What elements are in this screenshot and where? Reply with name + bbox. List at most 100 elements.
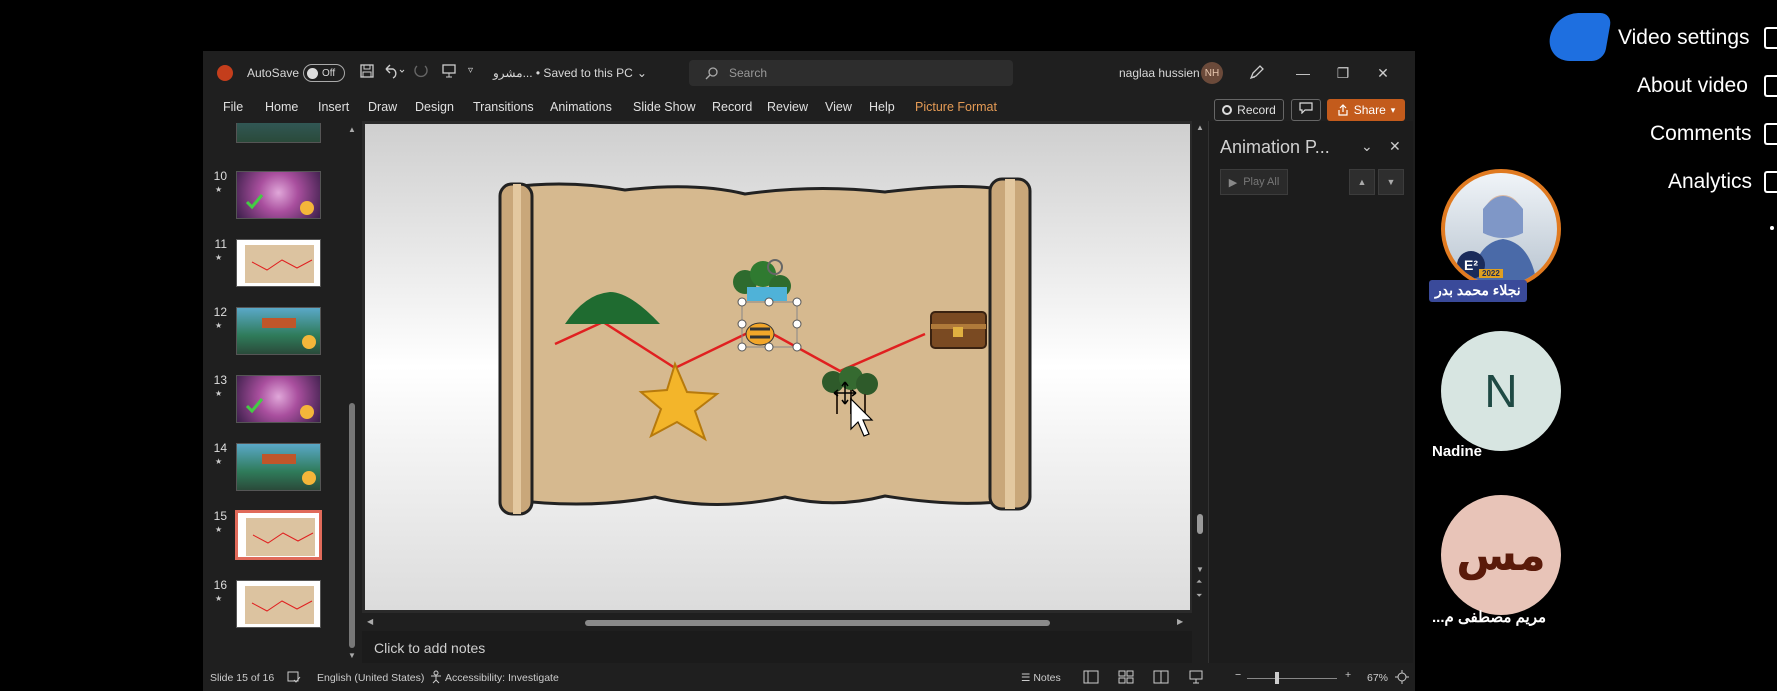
participant-3-avatar[interactable]: مس [1441,495,1561,615]
thumbnail-slide-13[interactable]: 13 ★ [203,373,346,433]
animation-star-icon: ★ [215,253,223,262]
scrollbar-thumb[interactable] [585,620,1050,626]
thumbnail-slide-15[interactable]: 15 ★ [203,509,346,569]
autosave-toggle[interactable]: Off [303,64,345,82]
thumbnails-scrollbar[interactable]: ▲ ▼ [346,123,358,663]
tab-slide-show[interactable]: Slide Show [633,100,696,114]
slide-canvas[interactable] [365,124,1190,610]
present-icon[interactable] [441,63,457,79]
info-icon [1764,75,1777,97]
zoom-in-icon[interactable]: + [1345,669,1351,681]
scroll-down-icon[interactable]: ▼ [1196,565,1204,574]
customize-dropdown-icon[interactable]: ▿ [468,65,473,76]
slide-count: Slide 15 of 16 [210,672,275,684]
play-all-label: Play All [1243,176,1280,188]
scrollbar-thumb[interactable] [349,403,355,648]
save-icon[interactable] [359,63,375,79]
scroll-up-icon[interactable]: ▲ [1196,123,1204,132]
slide-horizontal-scrollbar[interactable]: ◀ ▶ [365,617,1190,629]
restore-icon[interactable]: ❐ [1333,63,1353,83]
tab-review[interactable]: Review [767,100,808,114]
scroll-down-icon[interactable]: ▼ [348,651,356,660]
status-bar: Slide 15 of 16 English (United States) A… [203,666,1415,691]
tab-design[interactable]: Design [415,100,454,114]
minimize-icon[interactable]: — [1293,63,1313,83]
animation-star-icon: ★ [215,185,223,194]
participant-2-initial: N [1484,365,1518,417]
tab-file[interactable]: File [223,100,243,114]
share-label: Share [1353,103,1386,117]
scrollbar-thumb[interactable] [1197,514,1203,534]
tab-record[interactable]: Record [712,100,752,114]
fit-slide-icon[interactable] [1395,670,1409,687]
slide-sorter-icon[interactable] [1118,670,1134,687]
tab-animations[interactable]: Animations [550,100,612,114]
tab-view[interactable]: View [825,100,852,114]
slideshow-view-icon[interactable] [1188,670,1204,687]
search-box[interactable]: Search [689,60,1013,86]
slide-editor[interactable] [362,121,1192,613]
thumbnail-slide-10[interactable]: 10 ★ [203,169,346,229]
chevron-down-icon[interactable]: ⌄ [1361,138,1373,155]
thumbnail-slide-11[interactable]: 11 ★ [203,237,346,297]
record-button[interactable]: Record [1214,99,1284,121]
thumbnail-slide-12[interactable]: 12 ★ [203,305,346,365]
designer-pen-icon[interactable] [1248,63,1266,81]
animation-star-icon: ★ [215,457,223,466]
tab-picture-format[interactable]: Picture Format [915,100,997,114]
scroll-right-icon[interactable]: ▶ [1177,617,1183,626]
normal-view-icon[interactable] [1083,670,1099,687]
thumbnail-slide-14[interactable]: 14 ★ [203,441,346,501]
scroll-up-icon[interactable]: ▲ [348,125,356,134]
share-button[interactable]: Share ▾ [1327,99,1405,121]
notes-icon: ☰ [1021,672,1031,684]
tab-home[interactable]: Home [265,100,298,114]
participant-2-avatar[interactable]: N [1441,331,1561,451]
tab-insert[interactable]: Insert [318,100,349,114]
menu-comments[interactable]: Comments [1650,122,1752,146]
scroll-left-icon[interactable]: ◀ [367,617,373,626]
zoom-slider-thumb[interactable] [1275,672,1279,684]
notes-toggle[interactable]: ☰ Notes [1021,672,1061,684]
play-all-button[interactable]: ▶ Play All [1220,169,1288,195]
participant-1-avatar[interactable]: E² 2022 [1441,169,1561,289]
user-avatar[interactable]: NH [1201,62,1223,84]
video-settings-blob-icon [1545,13,1613,61]
spellcheck-icon[interactable] [287,670,301,687]
comment-icon [1764,123,1777,145]
accessibility-status[interactable]: Accessibility: Investigate [445,672,559,684]
thumbnail-number: 10 [213,169,227,183]
close-icon[interactable]: ✕ [1389,138,1401,155]
move-up-button[interactable]: ▲ [1349,169,1375,195]
undo-icon[interactable] [383,63,405,79]
thumbnail-image [236,123,321,143]
tab-draw[interactable]: Draw [368,100,397,114]
slide-thumbnails-pane: 10 ★ 11 ★ 12 ★ 13 ★ 14 ★ 15 ★ 16 ★ [203,123,346,663]
zoom-level[interactable]: 67% [1367,672,1388,684]
previous-slide-icon[interactable]: ⏶ [1196,577,1202,587]
thumbnail-slide-9[interactable] [203,123,346,153]
tab-help[interactable]: Help [869,100,895,114]
close-icon[interactable]: ✕ [1373,63,1393,83]
slide-vertical-scrollbar[interactable]: ▲ ▼ ⏶ ⏷ [1193,121,1207,661]
document-title[interactable]: مشرو... • Saved to this PC ⌄ [493,66,647,80]
menu-about-video[interactable]: About video [1637,74,1748,98]
thumbnail-image [236,307,321,355]
thumbnail-slide-16[interactable]: 16 ★ [203,578,346,638]
reading-view-icon[interactable] [1153,670,1169,687]
comments-button[interactable] [1291,99,1321,121]
zoom-slider[interactable] [1247,678,1337,679]
accessibility-icon[interactable] [429,670,443,687]
redo-icon[interactable] [413,63,429,79]
menu-video-settings[interactable]: Video settings [1618,26,1750,50]
zoom-out-icon[interactable]: − [1235,669,1241,681]
more-dot-icon [1770,226,1774,230]
thumbnail-number: 13 [213,373,227,387]
record-label: Record [1237,103,1276,117]
next-slide-icon[interactable]: ⏷ [1196,591,1202,601]
tab-transitions[interactable]: Transitions [473,100,534,114]
move-down-button[interactable]: ▼ [1378,169,1404,195]
menu-analytics[interactable]: Analytics [1668,170,1752,194]
language[interactable]: English (United States) [317,672,424,684]
notes-area[interactable]: Click to add notes [362,631,1192,663]
